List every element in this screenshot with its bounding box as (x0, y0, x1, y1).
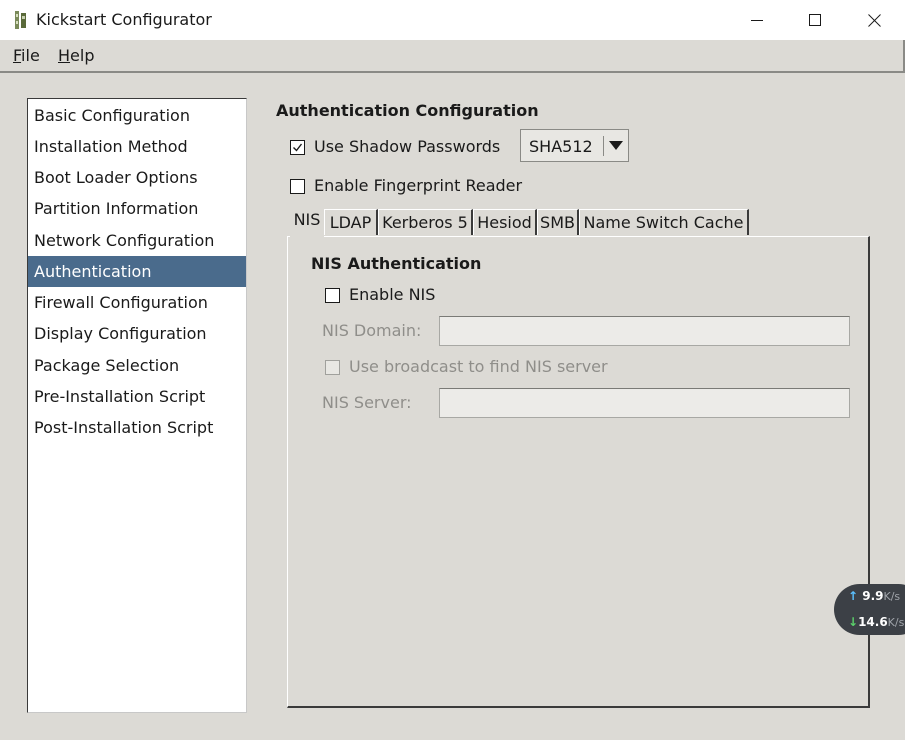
maximize-icon (809, 14, 821, 26)
nis-domain-label: NIS Domain: (322, 321, 422, 340)
fingerprint-checkbox[interactable] (290, 179, 305, 194)
network-speed-widget[interactable]: ↑ 9.9K/s ↓14.6K/s (834, 584, 905, 635)
enable-nis-label[interactable]: Enable NIS (349, 285, 435, 304)
nis-domain-input[interactable] (439, 316, 850, 346)
nav-item-installation-method[interactable]: Installation Method (28, 131, 246, 162)
download-speed: 14.6 (858, 615, 888, 629)
nis-section-title: NIS Authentication (311, 254, 482, 273)
nav-item-firewall-configuration[interactable]: Firewall Configuration (28, 287, 246, 318)
nav-item-partition-information[interactable]: Partition Information (28, 193, 246, 224)
maximize-button[interactable] (786, 0, 844, 40)
nis-server-label: NIS Server: (322, 393, 412, 412)
upload-speed: 9.9 (862, 589, 884, 603)
title-bar[interactable]: Kickstart Configurator (0, 0, 905, 41)
nis-server-input[interactable] (439, 388, 850, 418)
fingerprint-label[interactable]: Enable Fingerprint Reader (314, 176, 522, 195)
hash-algorithm-select[interactable]: SHA512 (520, 129, 629, 162)
nav-item-display-configuration[interactable]: Display Configuration (28, 318, 246, 349)
section-list[interactable]: Basic Configuration Installation Method … (27, 98, 247, 713)
menu-file[interactable]: File (13, 46, 40, 65)
shadow-passwords-label[interactable]: Use Shadow Passwords (314, 137, 500, 156)
tab-smb[interactable]: SMB (537, 209, 579, 235)
section-title: Authentication Configuration (276, 101, 539, 120)
dropdown-arrow-icon (609, 141, 623, 150)
check-icon (293, 143, 303, 152)
upload-unit: K/s (883, 590, 901, 603)
minimize-button[interactable] (728, 0, 786, 40)
nav-item-authentication[interactable]: Authentication (28, 256, 246, 287)
enable-nis-checkbox[interactable] (325, 288, 340, 303)
close-icon (867, 13, 881, 27)
tab-ldap[interactable]: LDAP (324, 209, 378, 235)
nav-item-package-selection[interactable]: Package Selection (28, 350, 246, 381)
close-button[interactable] (845, 0, 903, 40)
nav-item-boot-loader-options[interactable]: Boot Loader Options (28, 162, 246, 193)
tab-hesiod[interactable]: Hesiod (473, 209, 537, 235)
broadcast-checkbox[interactable] (325, 360, 340, 375)
window-title: Kickstart Configurator (36, 10, 212, 29)
menu-bar: File Help (0, 40, 905, 73)
download-unit: K/s (887, 616, 905, 629)
menu-help[interactable]: Help (58, 46, 94, 65)
nis-tab-panel (287, 236, 870, 708)
broadcast-label[interactable]: Use broadcast to find NIS server (349, 357, 608, 376)
shadow-passwords-checkbox[interactable] (290, 140, 305, 155)
nav-item-post-installation-script[interactable]: Post-Installation Script (28, 412, 246, 443)
tab-nis[interactable]: NIS (290, 207, 324, 237)
tab-name-switch-cache[interactable]: Name Switch Cache (579, 209, 749, 235)
hash-algorithm-value: SHA512 (529, 137, 593, 156)
nav-item-basic-configuration[interactable]: Basic Configuration (28, 100, 246, 131)
app-icon (13, 10, 29, 30)
tab-kerberos-5[interactable]: Kerberos 5 (378, 209, 473, 235)
nav-item-pre-installation-script[interactable]: Pre-Installation Script (28, 381, 246, 412)
nav-item-network-configuration[interactable]: Network Configuration (28, 225, 246, 256)
download-arrow-icon: ↓ (848, 615, 859, 629)
upload-arrow-icon: ↑ (848, 589, 859, 603)
minimize-icon (751, 20, 763, 21)
combo-divider (603, 136, 604, 156)
